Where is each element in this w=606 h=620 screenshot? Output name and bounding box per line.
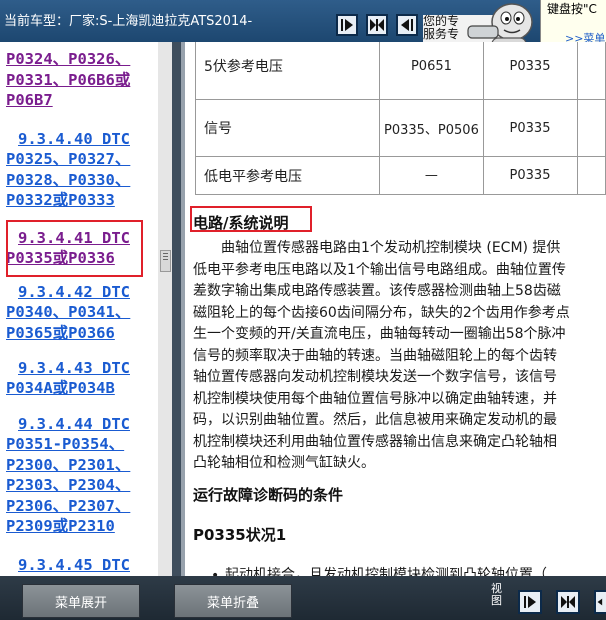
table-cell: P0335、P0506: [379, 99, 484, 157]
bottom-toggle-button[interactable]: [556, 590, 580, 614]
vehicle-label: 当前车型：厂家:S-上海凯迪拉克ATS2014-: [4, 14, 253, 29]
prev-page-button[interactable]: [396, 14, 418, 36]
description-paragraph: 曲轴位置传感器电路由1个发动机控制模块 (ECM) 提供 低电平参考电压电路以及…: [193, 238, 570, 475]
paragraph-line: 差数字输出集成电路传感装置。该传感器检测曲轴上58齿磁: [193, 283, 561, 299]
tip-text: 键盘按"C: [547, 2, 597, 16]
table-cell: [576, 156, 606, 195]
table-row: 5伏参考电压 P0651 P0335: [194, 42, 606, 100]
nav-link[interactable]: P0325、P0327、 P0328、P0330、 P0332或P0333: [6, 149, 130, 211]
paragraph-line: 码，以识别曲轴位置。然后，此信息被用来确定发动机的最: [193, 412, 557, 428]
table-cell: P0335: [482, 42, 578, 100]
paragraph-line: 机控制模块使用每个曲轴位置信号脉冲以确定曲轴转速，并: [193, 390, 557, 407]
play-right-icon: [341, 19, 353, 31]
bullet-icon: •: [211, 568, 220, 576]
circuit-table: 5伏参考电压 P0651 P0335 信号 P0335、P0506 P0335 …: [194, 42, 606, 195]
nav-scroll-thumb[interactable]: [160, 250, 171, 272]
conditions-heading: 运行故障诊断码的条件: [193, 486, 344, 504]
nav-link[interactable]: P0340、P0341、 P0365或P0366: [6, 302, 130, 343]
dtc-heading: P0335状况1: [193, 526, 287, 544]
pane-splitter[interactable]: [172, 42, 181, 576]
nav-link[interactable]: P0351-P0354、 P2300、P2301、 P2303、P2304、 P230…: [6, 434, 130, 537]
table-cell: 5伏参考电压: [194, 42, 381, 100]
nav-link[interactable]: 9.3.4.45 DTC: [18, 555, 130, 576]
bottom-next-button[interactable]: [518, 590, 542, 614]
play-left-icon: [597, 598, 603, 606]
nav-tree: P0324、P0326、 P0331、P06B6或 P06B7 9.3.4.40 D…: [0, 42, 158, 576]
table-cell: 信号: [194, 99, 381, 157]
table-row: 信号 P0335、P0506 P0335: [194, 99, 606, 157]
nav-link[interactable]: 9.3.4.40 DTC: [18, 129, 130, 150]
heading-highlight: [190, 206, 312, 232]
nav-link[interactable]: 9.3.4.44 DTC: [18, 414, 130, 435]
nav-link[interactable]: P034A或P034B: [6, 378, 115, 399]
paragraph-line: 凸轮轴相位和检测气缸缺火。: [193, 455, 375, 471]
selection-highlight: [6, 220, 143, 277]
menu-collapse-button[interactable]: 菜单折叠: [174, 584, 292, 618]
table-cell: [576, 99, 606, 157]
paragraph-line: 生一个变频的开/关直流电压，曲轴每转动一圈输出58个脉冲: [193, 326, 566, 342]
table-cell: —: [379, 156, 484, 195]
keyboard-tip: 键盘按"C >>菜单: [540, 0, 606, 46]
view-label: 视图: [491, 582, 502, 607]
table-cell: P0651: [379, 42, 484, 100]
play-right-icon: [524, 596, 536, 608]
nav-scrollbar[interactable]: [158, 42, 172, 576]
table-cell: [576, 42, 606, 100]
paragraph-line: 轴位置传感器向发动机控制模块发送一个数字信号，该信号: [193, 369, 557, 385]
bullet-text: 起动机接合，且发动机控制模块检测到凸轮轴位置（: [225, 567, 547, 576]
paragraph-line: 机控制模块还利用曲轴位置传感器输出信息来确定凸轮轴相: [193, 433, 557, 450]
menu-expand-button[interactable]: 菜单展开: [22, 584, 140, 618]
paragraph-line: 曲轴位置传感器电路由1个发动机控制模块 (ECM) 提供: [221, 240, 561, 256]
paragraph-line: 信号的频率取决于曲轴的转速。当曲轴磁阻轮上的每个齿转: [193, 347, 557, 364]
nav-link[interactable]: P0324、P0326、 P0331、P06B6或 P06B7: [6, 49, 130, 111]
table-cell: 低电平参考电压: [194, 156, 381, 195]
paragraph-line: 低电平参考电压电路以及1个输出信号电路组成。曲轴位置传: [193, 261, 566, 278]
table-cell: P0335: [482, 156, 578, 195]
double-arrow-icon: [370, 19, 384, 31]
bottom-prev-button[interactable]: [594, 590, 606, 614]
expand-toggle-button[interactable]: [366, 14, 388, 36]
double-arrow-icon: [561, 596, 575, 608]
table-cell: P0335: [482, 99, 578, 157]
nav-link[interactable]: 9.3.4.43 DTC: [18, 358, 130, 379]
table-row: 低电平参考电压 — P0335: [194, 156, 606, 195]
paragraph-line: 磁阻轮上的每个齿接60齿间隔分布，缺失的2个齿用作参考点: [193, 304, 570, 321]
play-left-icon: [401, 19, 413, 31]
nav-link[interactable]: 9.3.4.42 DTC: [18, 282, 130, 303]
next-page-button[interactable]: [336, 14, 358, 36]
content-pane: 5伏参考电压 P0651 P0335 信号 P0335、P0506 P0335 …: [185, 42, 606, 576]
